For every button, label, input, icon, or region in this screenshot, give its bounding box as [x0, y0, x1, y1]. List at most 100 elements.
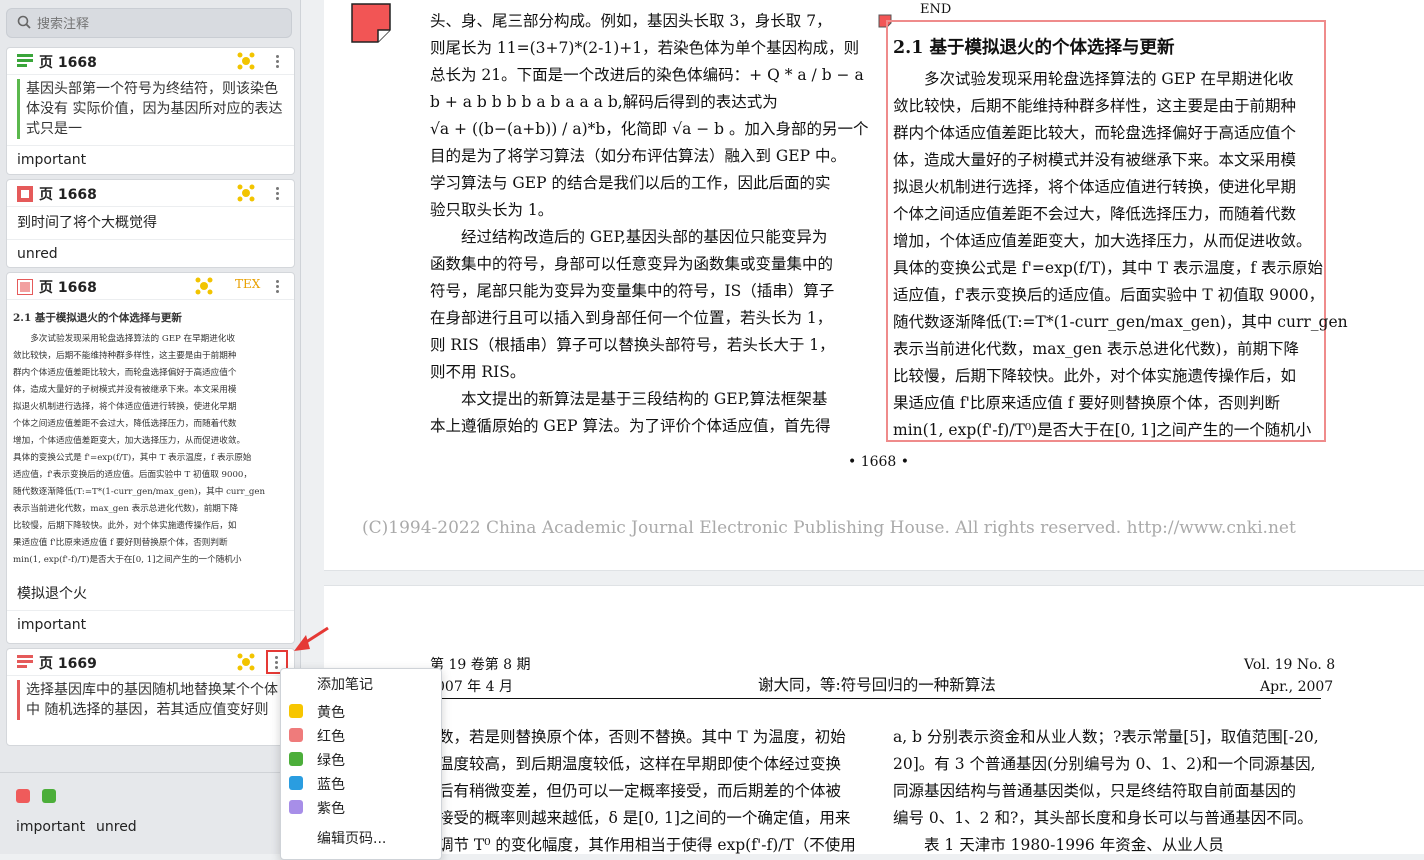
annotation-card[interactable]: 页 1668 基因头部第一个符号为终结符，则该染色体没有 实际价值，因为基因所对… — [6, 47, 295, 175]
card-quote: 选择基因库中的基因随机地替换某个个体中 随机选择的基因，若其适应值变好则 — [17, 680, 286, 720]
text-line: min(1, exp(f'-f)/T)是否大于在[0, 1]之间产生的一个随机小 — [13, 555, 242, 565]
text-line: 体，造成大量好的子树模式并没有被继承下来。本文采用模 — [13, 385, 237, 395]
menu-item-yellow[interactable]: 黄色 — [281, 699, 441, 723]
page-text-left-column: 头、身、尾三部分构成。例如，基因头长取 3，身长取 7， 则尾长为 11=(3+7… — [430, 8, 869, 440]
green-tag-swatch[interactable] — [42, 789, 56, 803]
page-text-right-column: 多次试验发现采用轮盘选择算法的 GEP 在早期进化收 敛比较快，后期不能维持种群多… — [893, 66, 1348, 444]
sparkle-icon[interactable] — [235, 651, 257, 673]
more-options-button[interactable] — [269, 276, 285, 296]
text-line: 经过结构改造后的 GEP,基因头部的基因位只能变异为 — [461, 228, 828, 246]
search-box[interactable] — [6, 8, 292, 38]
menu-item-purple[interactable]: 紫色 — [281, 795, 441, 819]
text-line: 随代数逐渐降低(T:=T*(1-curr_gen/max_gen)，其中 cur… — [893, 313, 1348, 331]
page2-text-right-column: a, b 分别表示资金和从业人数；?表示常量[5]，取值范围[-20, 20]。有… — [893, 724, 1323, 859]
more-options-button[interactable] — [269, 51, 285, 71]
text-line: 表示当前进化代数，max_gen 表示总进化代数)，前期下降 — [13, 504, 239, 514]
text-line: 调节 T⁰ 的变化幅度，其作用相当于使得 exp(f'-f)/T（不使用 — [438, 836, 856, 854]
text-line: 具体的变换公式是 f'=exp(f/T)，其中 T 表示温度，f 表示原始 — [13, 453, 252, 463]
tex-badge[interactable]: TEX — [235, 277, 260, 291]
text-line: b + a b b b b a b a a a b,解码后得到的表达式为 — [430, 93, 778, 111]
running-title: 谢大同，等:符号回归的一种新算法 — [758, 676, 996, 694]
menu-item-blue[interactable]: 蓝色 — [281, 771, 441, 795]
sparkle-icon[interactable] — [235, 50, 257, 72]
text-line: 目的是为了将学习算法（如分布评估算法）融入到 GEP 中。 — [430, 147, 846, 165]
text-line: 拟退火机制进行选择，将个体适应值进行转换，使进化早期 — [13, 402, 237, 412]
image-annotation-icon — [17, 279, 33, 295]
text-line: 本上遵循原始的 GEP 算法。为了评价个体适应值，首先得 — [430, 417, 831, 435]
text-line: 群内个体适应值差距比较大，而轮盘选择偏好于高适应值个 — [13, 368, 237, 378]
text-line: 同源基因结构与普通基因类似，只是终结符取自前面基因的 — [893, 782, 1297, 800]
card-tag[interactable]: important — [7, 145, 294, 174]
text-line: 适应值，f'表示变换后的适应值。后面实验中 T 初值取 9000， — [893, 286, 1325, 304]
text-line: min(1, exp(f'-f)/T⁰)是否大于在[0, 1]之间产生的一个随机… — [893, 421, 1312, 439]
tag-filter-unred[interactable]: unred — [96, 819, 137, 835]
text-line: 编号 0、1、2 和?，其头部长度和身长可以与普通基因不同。 — [893, 809, 1313, 827]
thumb-text: 多次试验发现采用轮盘选择算法的 GEP 在早期进化收敛比较快，后期不能维持种群多… — [13, 331, 288, 569]
menu-item-green[interactable]: 绿色 — [281, 747, 441, 771]
text-line: 敛比较快，后期不能维持种群多样性，这主要是由于前期种 — [13, 351, 237, 361]
annotation-card[interactable]: 页 1668 到时间了将个大概觉得 unred — [6, 179, 295, 268]
issue-date-label: Apr., 2007 — [1260, 679, 1334, 695]
text-line: 则不用 RIS。 — [430, 363, 526, 381]
page2-text-left-column: 数，若是则替换原个体，否则不替换。其中 T 为温度，初始 温度较高，到后期温度较低… — [438, 724, 858, 859]
tag-filter-important[interactable]: important — [16, 819, 85, 835]
page-number: • 1668 • — [848, 454, 910, 470]
text-line: 表示当前进化代数，max_gen 表示总进化代数)，前期下降 — [893, 340, 1299, 358]
bookmark-note-icon — [17, 186, 33, 202]
text-line: 在身部进行且可以插入到身部任何一个位置，若头长为 1， — [430, 309, 833, 327]
card-header: 页 1668 — [7, 180, 294, 207]
menu-item-add-note[interactable]: 添加笔记 — [281, 671, 441, 695]
text-line: 多次试验发现采用轮盘选择算法的 GEP 在早期进化收 — [30, 334, 236, 344]
copyright-watermark: (C)1994-2022 China Academic Journal Elec… — [362, 518, 1296, 538]
text-line: 验只取头长为 1。 — [430, 201, 554, 219]
text-line: 比较慢，后期下降较快。此外，对个体实施遗传操作后，如 — [893, 367, 1297, 385]
card-page-label: 页 1668 — [39, 280, 97, 296]
red-tag-swatch[interactable] — [16, 789, 30, 803]
menu-item-edit-page-number[interactable]: 编辑页码... — [281, 825, 441, 849]
text-line: 比较慢，后期下降较快。此外，对个体实施遗传操作后，如 — [13, 521, 237, 531]
text-line: a, b 分别表示资金和从业人数；?表示常量[5]，取值范围[-20, — [893, 728, 1319, 746]
text-line: 具体的变换公式是 f'=exp(f/T)，其中 T 表示温度，f 表示原始 — [893, 259, 1323, 277]
text-line: 增加，个体适应值差距变大，加大选择压力，从而促进收敛。 — [893, 232, 1312, 250]
menu-item-red[interactable]: 红色 — [281, 723, 441, 747]
thumb-title: 2.1 基于模拟退火的个体选择与更新 — [13, 312, 182, 324]
card-tag[interactable]: important — [7, 610, 294, 639]
text-line: 20]。有 3 个普通基因(分别编号为 0、1、2)和一个同源基因, — [893, 755, 1316, 773]
text-line: 则 RIS（根插串）算子可以替换头部符号，若头长大于 1， — [430, 336, 835, 354]
card-tag[interactable]: unred — [7, 239, 294, 267]
text-line: 函数集中的符号，身部可以任意变异为函数集或变量集中的 — [430, 255, 834, 273]
text-line: 接受的概率则越来越低，δ 是[0, 1]之间的一个确定值，用来 — [438, 809, 851, 827]
header-rule — [430, 698, 1321, 699]
text-line: 增加，个体适应值差距变大，加大选择压力，从而促进收敛。 — [13, 436, 246, 446]
text-line: 总长为 21。下面是一个改进后的染色体编码：+ Q * a / b − a — [430, 66, 864, 84]
text-line: 群内个体适应值差距比较大，而轮盘选择偏好于高适应值个 — [893, 124, 1297, 142]
sparkle-icon[interactable] — [235, 182, 257, 204]
text-line: 果适应值 f'比原来适应值 f 要好则替换原个体，否则判断 — [893, 394, 1281, 412]
text-line: √a + ((b−(a+b)) / a)*b，化简即 √a − b 。加入身部的… — [430, 120, 869, 138]
annotation-card[interactable]: 页 1668 TEX 2.1 基于模拟退火的个体选择与更新 多次试验发现采用轮盘… — [6, 272, 295, 644]
journal-date: 007 年 4 月 — [436, 679, 513, 695]
sparkle-icon[interactable] — [193, 275, 215, 297]
section-title: 2.1 基于模拟退火的个体选择与更新 — [893, 38, 1175, 58]
more-options-button[interactable] — [269, 183, 285, 203]
annotation-card[interactable]: 页 1669 选择基因库中的基因随机地替换某个个体中 随机选择的基因，若其适应值… — [6, 648, 295, 746]
card-page-label: 页 1668 — [39, 55, 97, 71]
card-note: 到时间了将个大概觉得 — [17, 215, 157, 231]
card-note: 模拟退个火 — [17, 586, 87, 602]
search-icon — [17, 15, 31, 29]
text-line: 表 1 天津市 1980-1996 年资金、从业人员 — [924, 836, 1224, 854]
text-line: 体，造成大量好的子树模式并没有被继承下来。本文采用模 — [893, 151, 1297, 169]
text-line: 个体之间适应值差距不会过大，降低选择压力，而随着代数 — [893, 205, 1297, 223]
card-quote: 基因头部第一个符号为终结符，则该染色体没有 实际价值，因为基因所对应的表达式只是… — [17, 79, 286, 139]
text-line: 敛比较快，后期不能维持种群多样性，这主要是由于前期种 — [893, 97, 1297, 115]
context-menu: 添加笔记 黄色 红色 绿色 蓝色 紫色 编辑页码... — [280, 668, 442, 860]
text-line: 则尾长为 11=(3+7)*(2-1)+1，若染色体为单个基因构成，则 — [430, 39, 860, 57]
annotations-sidebar: 页 1668 基因头部第一个符号为终结符，则该染色体没有 实际价值，因为基因所对… — [0, 0, 301, 854]
note-lines-icon — [17, 655, 33, 668]
note-marker-icon[interactable] — [350, 2, 392, 44]
search-input[interactable] — [35, 12, 279, 34]
text-line: 符号，尾部只能为变异为变量集中的符号，IS（插串）算子 — [430, 282, 835, 300]
card-page-label: 页 1668 — [39, 187, 97, 203]
annotation-thumbnail: 2.1 基于模拟退火的个体选择与更新 多次试验发现采用轮盘选择算法的 GEP 在… — [13, 306, 288, 576]
text-line: 数，若是则替换原个体，否则不替换。其中 T 为温度，初始 — [438, 728, 846, 746]
